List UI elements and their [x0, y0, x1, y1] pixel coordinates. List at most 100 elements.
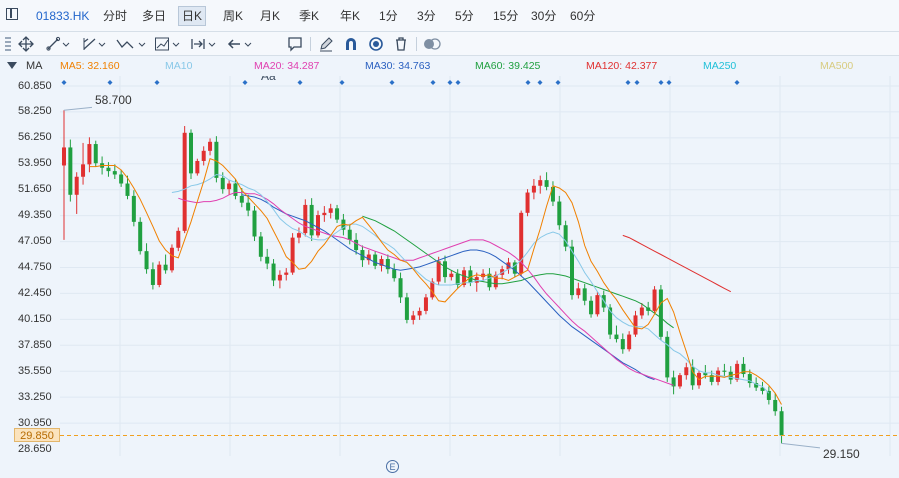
- candle-body: [779, 411, 784, 436]
- candle-body: [163, 264, 168, 271]
- trash-icon[interactable]: [393, 36, 409, 52]
- crosshair-icon[interactable]: [18, 36, 34, 52]
- candle-body: [544, 180, 549, 187]
- timeframe-3[interactable]: 周K: [220, 7, 246, 25]
- ma-legend-item[interactable]: MA20: 34.287: [254, 59, 319, 73]
- pen-icon[interactable]: [318, 36, 334, 52]
- ma-legend-item[interactable]: MA250: [703, 59, 736, 73]
- indicator-bar: MA MA5: 32.160 MA10 MA20: 34.287 MA30: 34.7…: [0, 56, 899, 76]
- candle-body: [246, 202, 251, 211]
- event-diamond-icon: [455, 80, 461, 85]
- panel-toggle-icon[interactable]: [6, 8, 18, 20]
- ma-legend-item[interactable]: MA10: [165, 59, 192, 73]
- timeframe-0[interactable]: 分时: [100, 7, 130, 25]
- fib-tool-icon[interactable]: [154, 36, 182, 52]
- comment-icon[interactable]: [287, 36, 303, 52]
- candle-body: [87, 144, 92, 165]
- candle-body: [595, 295, 600, 315]
- ma-line-ma5: [89, 158, 782, 405]
- tool-divider: [310, 37, 311, 51]
- channel-tool-icon[interactable]: [82, 36, 106, 52]
- candle-body: [303, 204, 308, 234]
- candle-body: [138, 221, 143, 252]
- line-tool-icon[interactable]: [46, 36, 70, 52]
- high-leader-line: [63, 106, 93, 111]
- timeframe-10[interactable]: 15分: [490, 7, 521, 25]
- y-axis-label: 28.650: [18, 443, 52, 455]
- candle-body: [125, 183, 130, 196]
- ma-legend-item[interactable]: MA500: [820, 59, 853, 73]
- candle-body: [277, 274, 282, 281]
- candle-body: [639, 307, 644, 316]
- eye-icon[interactable]: [368, 36, 384, 52]
- candle-body: [214, 141, 219, 178]
- y-axis-label: 35.550: [18, 365, 52, 377]
- candle-body: [157, 264, 162, 285]
- event-diamond-icon: [625, 80, 631, 85]
- event-diamond-icon: [447, 80, 453, 85]
- event-marker-icon[interactable]: E: [386, 460, 399, 473]
- event-diamond-icon: [107, 80, 113, 85]
- y-axis-label: 40.150: [18, 313, 52, 325]
- candle-body: [258, 236, 263, 257]
- tool-divider: [416, 37, 417, 51]
- chart-app: 01833.HK 分时 多日 日K 周K 月K 季K 年K 1分 3分 5分 15分 30分 60分 A…: [0, 0, 899, 478]
- candle-body: [589, 300, 594, 315]
- y-axis-label: 33.250: [18, 391, 52, 403]
- candle-body: [347, 229, 352, 240]
- magnet-icon[interactable]: [343, 36, 359, 52]
- price-chart[interactable]: [0, 76, 899, 478]
- drawing-toolbar: Aa: [0, 32, 899, 83]
- candle-body: [404, 297, 409, 320]
- candle-body: [296, 233, 301, 238]
- ma-legend-item[interactable]: MA120: 42.377: [586, 59, 657, 73]
- toggle-icon[interactable]: [423, 36, 441, 52]
- candle-body: [201, 150, 206, 161]
- arrow-left-icon[interactable]: [226, 36, 254, 52]
- y-axis-label: 37.850: [18, 339, 52, 351]
- timeframe-1[interactable]: 多日: [139, 7, 169, 25]
- candle-body: [328, 208, 333, 213]
- candle-body: [354, 239, 359, 251]
- timeframe-6[interactable]: 年K: [337, 7, 363, 25]
- candle-body: [93, 144, 98, 164]
- event-diamond-icon: [634, 80, 640, 85]
- timeframe-5[interactable]: 季K: [296, 7, 322, 25]
- timeframe-toolbar: 01833.HK 分时 多日 日K 周K 月K 季K 年K 1分 3分 5分 15分 30分 60分: [0, 0, 899, 32]
- timeframe-12[interactable]: 60分: [567, 7, 598, 25]
- candle-body: [531, 185, 536, 193]
- event-diamond-icon: [297, 80, 303, 85]
- candle-body: [392, 269, 397, 279]
- candle-body: [614, 334, 619, 340]
- timeframe-8[interactable]: 3分: [414, 7, 439, 25]
- timeframe-4[interactable]: 月K: [257, 7, 283, 25]
- candle-body: [722, 370, 727, 372]
- candle-body: [525, 192, 530, 213]
- event-diamond-icon: [430, 80, 436, 85]
- y-axis-label: 42.450: [18, 287, 52, 299]
- event-diamond-icon: [658, 80, 664, 85]
- y-axis-label: 56.250: [18, 131, 52, 143]
- measure-tool-icon[interactable]: [190, 36, 218, 52]
- candle-body: [131, 195, 136, 222]
- wave-tool-icon[interactable]: [116, 36, 146, 52]
- y-axis-label: 47.050: [18, 235, 52, 247]
- timeframe-11[interactable]: 30分: [528, 7, 559, 25]
- y-axis-label: 44.750: [18, 261, 52, 273]
- timeframe-9[interactable]: 5分: [452, 7, 477, 25]
- event-diamond-icon: [61, 80, 67, 85]
- candle-body: [284, 272, 289, 275]
- ma-legend-item[interactable]: MA5: 32.160: [60, 59, 120, 73]
- candle-body: [239, 195, 244, 203]
- event-diamond-icon: [666, 80, 672, 85]
- candle-body: [195, 160, 200, 174]
- ma-legend-item[interactable]: MA30: 34.763: [365, 59, 430, 73]
- candle-body: [627, 334, 632, 350]
- indicator-name[interactable]: MA: [26, 59, 43, 73]
- candle-body: [677, 375, 682, 387]
- ticker-symbol[interactable]: 01833.HK: [33, 7, 92, 25]
- timeframe-2[interactable]: 日K: [178, 6, 207, 26]
- timeframe-7[interactable]: 1分: [376, 7, 401, 25]
- ma-legend-item[interactable]: MA60: 39.425: [475, 59, 540, 73]
- collapse-icon[interactable]: [7, 62, 17, 70]
